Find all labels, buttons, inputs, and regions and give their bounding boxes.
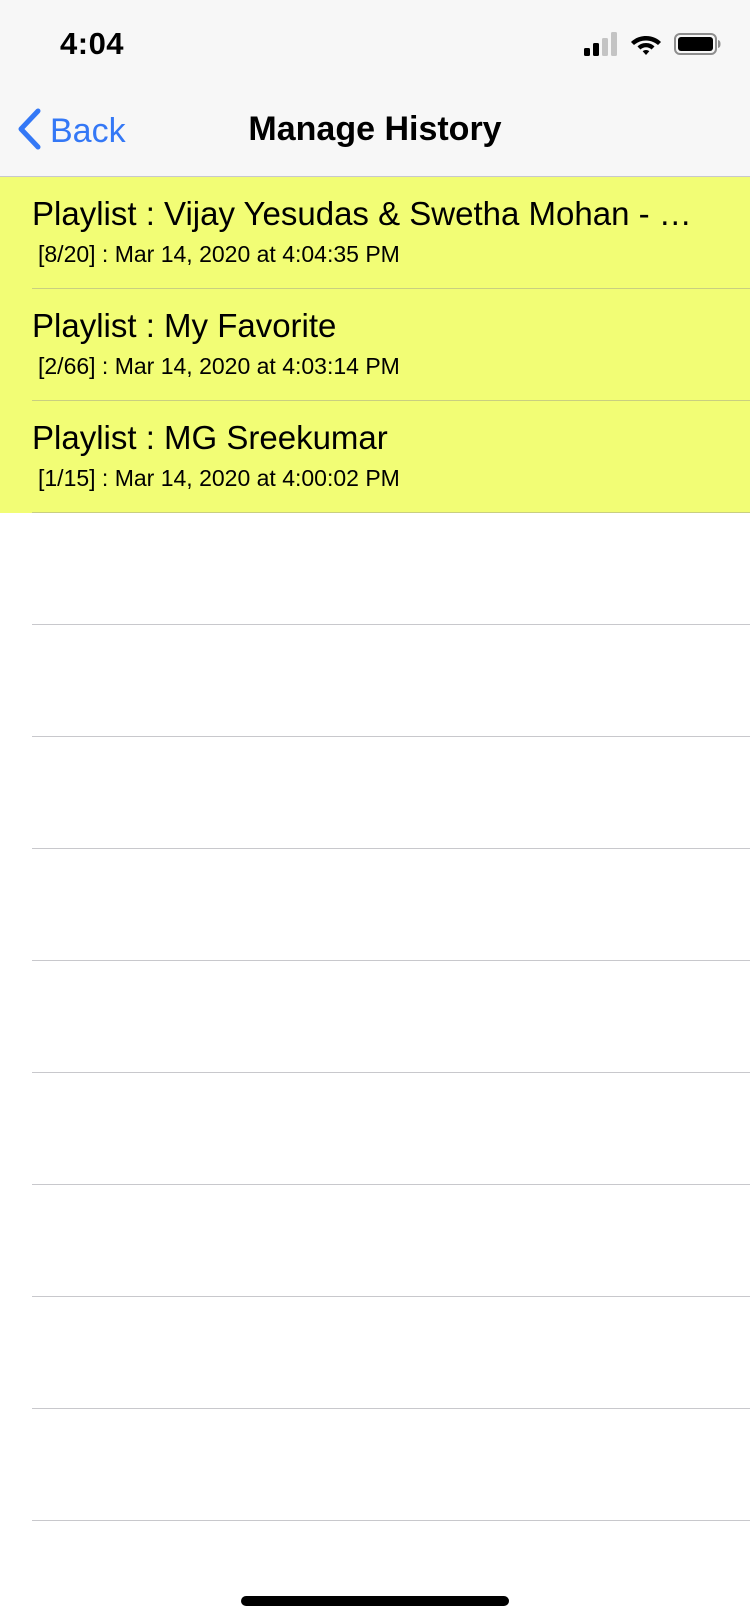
history-list: Playlist : Vijay Yesudas & Swetha Mohan … [0,177,750,1521]
home-indicator[interactable] [241,1596,509,1606]
history-row[interactable]: Playlist : Vijay Yesudas & Swetha Mohan … [0,177,750,289]
empty-row [0,1073,750,1185]
empty-row [0,513,750,625]
cellular-signal-icon [584,31,618,61]
status-icons [584,31,722,61]
history-row[interactable]: Playlist : MG Sreekumar [1/15] : Mar 14,… [0,401,750,513]
history-title: Playlist : MG Sreekumar [32,419,388,456]
empty-row [0,737,750,849]
empty-row [0,849,750,961]
history-row[interactable]: Playlist : My Favorite [2/66] : Mar 14, … [0,289,750,401]
wifi-icon [630,32,662,61]
history-detail: [1/15] : Mar 14, 2020 at 4:00:02 PM [38,465,400,491]
empty-row [0,625,750,737]
row-separator [32,1520,750,1521]
status-time: 4:04 [60,26,125,61]
battery-icon [674,32,722,61]
history-detail: [2/66] : Mar 14, 2020 at 4:03:14 PM [38,353,400,379]
screen: 4:04 Back Manage History Playlist: Vija… [0,0,750,1624]
empty-row [0,1297,750,1409]
navigation-bar: 4:04 Back Manage History [0,0,750,177]
back-button[interactable]: Back [16,106,126,156]
empty-row [0,961,750,1073]
empty-row [0,1185,750,1297]
chevron-left-icon [16,108,42,155]
history-title: Playlist : My Favorite [32,307,337,344]
history-detail: [8/20] : Mar 14, 2020 at 4:04:35 PM [38,241,400,267]
history-title: Playlist : Vijay Yesudas & Swetha Mohan … [32,195,700,232]
back-button-label: Back [50,111,126,150]
empty-row [0,1409,750,1521]
